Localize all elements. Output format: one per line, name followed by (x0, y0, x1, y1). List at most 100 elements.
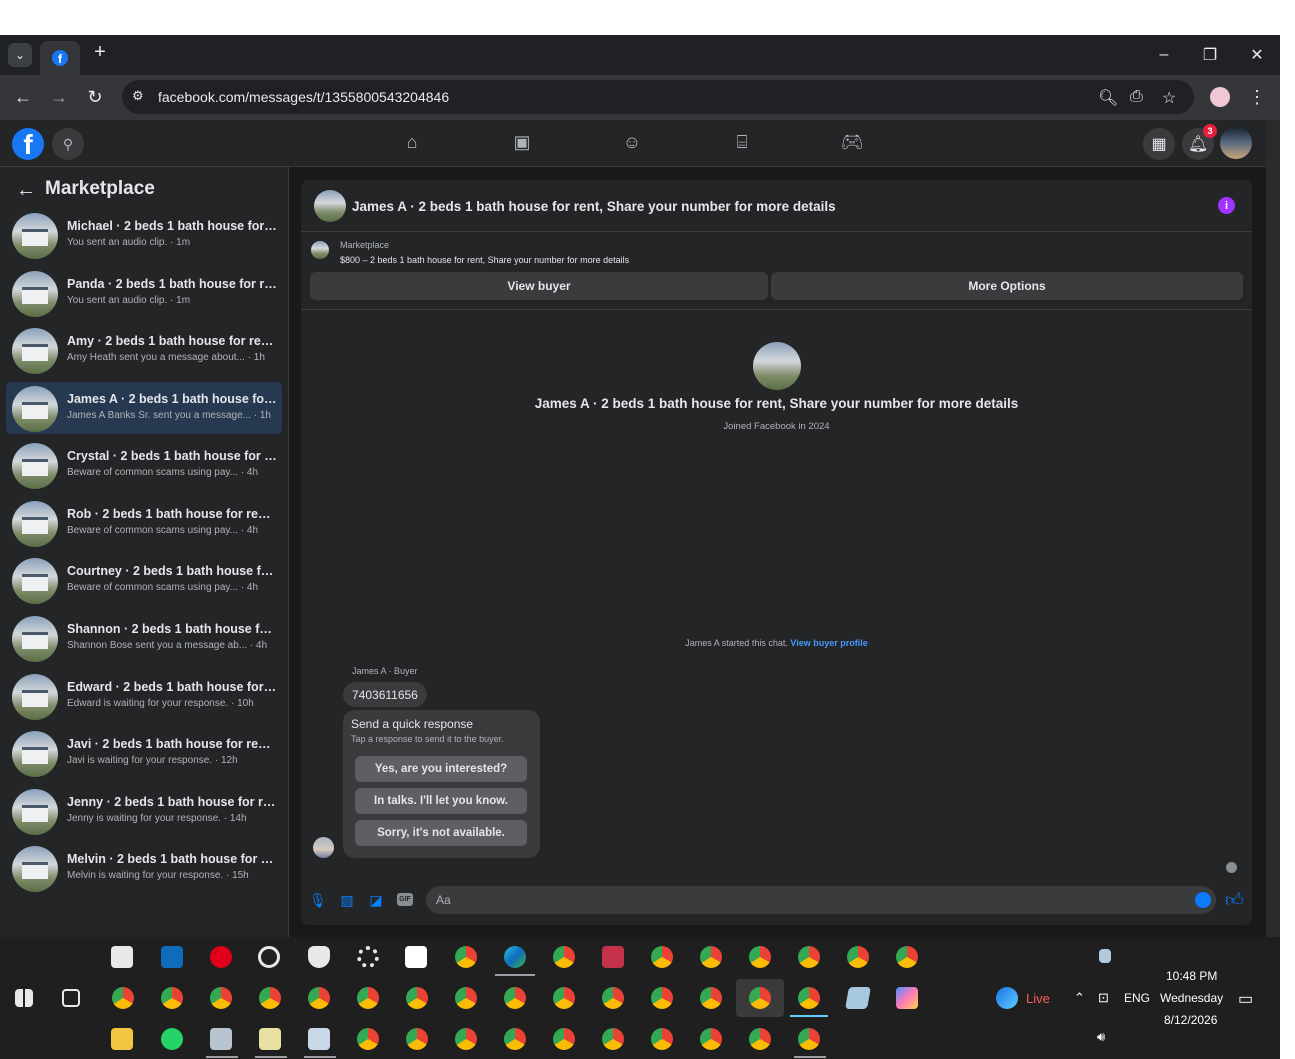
chrome-profile-icon[interactable] (210, 987, 232, 1009)
video-icon[interactable]: ▣ (510, 132, 534, 156)
conversation-item[interactable]: Amy · 2 beds 1 bath house for rent... Amy… (6, 324, 282, 376)
quick-response-button[interactable]: Sorry, it's not available. (355, 820, 527, 846)
facebook-logo[interactable]: f (12, 128, 44, 160)
tab-search-dropdown-icon[interactable]: ⌄ (8, 43, 32, 67)
chrome-profile-icon[interactable] (308, 987, 330, 1009)
weather-icon[interactable] (996, 987, 1018, 1009)
tab-facebook[interactable]: f (40, 41, 80, 75)
close-window-button[interactable]: ✕ (1234, 35, 1280, 75)
conversation-item[interactable]: Jenny · 2 beds 1 bath house for re... Jen… (6, 785, 282, 837)
clock-day[interactable]: Wednesday (1160, 991, 1223, 1005)
conversation-item[interactable]: Michael · 2 beds 1 bath house for r... Yo… (6, 209, 282, 261)
chrome-profile-icon[interactable] (651, 1028, 673, 1050)
settings-gear-icon[interactable] (357, 946, 379, 968)
new-tab-button[interactable]: + (90, 41, 110, 64)
notification-center-icon[interactable]: ▭ (1238, 989, 1253, 1009)
install-app-icon[interactable]: ⎙ (1130, 88, 1143, 106)
live-label[interactable]: Live (1026, 991, 1050, 1006)
app-icon[interactable] (845, 987, 871, 1009)
clock-date[interactable]: 8/12/2026 (1164, 1013, 1217, 1027)
chrome-profile-icon[interactable] (847, 946, 869, 968)
file-explorer-icon[interactable] (111, 1028, 133, 1050)
chrome-profile-icon[interactable] (161, 987, 183, 1009)
buyer-small-avatar[interactable] (313, 837, 334, 858)
conversation-item[interactable]: Edward · 2 beds 1 bath house for r... Edw… (6, 670, 282, 722)
sticker-icon[interactable]: ◪ (367, 891, 385, 909)
chrome-profile-icon[interactable] (357, 1028, 379, 1050)
browser-profile-avatar[interactable] (1210, 87, 1230, 107)
chrome-profile-icon[interactable] (798, 987, 820, 1009)
snipping-tool-icon[interactable] (602, 946, 624, 968)
chrome-icon[interactable] (455, 946, 477, 968)
opera-icon[interactable] (210, 946, 232, 968)
conversation-item[interactable]: Crystal · 2 beds 1 bath house for re... B… (6, 439, 282, 491)
site-info-icon[interactable]: ⚙ (132, 88, 144, 104)
chrome-profile-icon[interactable] (504, 987, 526, 1009)
chrome-profile-icon[interactable] (602, 1028, 624, 1050)
message-input[interactable]: Aa (426, 886, 1216, 914)
page-scrollbar[interactable] (1266, 120, 1280, 937)
forward-arrow-icon[interactable]: → (48, 87, 70, 108)
chat-header-title[interactable]: James A · 2 beds 1 bath house for rent, … (352, 199, 836, 214)
search-icon[interactable]: ⚲ (52, 128, 84, 160)
chrome-profile-icon[interactable] (406, 987, 428, 1009)
chrome-profile-icon[interactable] (700, 1028, 722, 1050)
conversation-item[interactable]: Rob · 2 beds 1 bath house for rent,... Be… (6, 497, 282, 549)
gif-icon[interactable]: GIF (397, 893, 413, 906)
quick-response-button[interactable]: Yes, are you interested? (355, 756, 527, 782)
photo-icon[interactable]: ▨ (338, 891, 356, 909)
chat-header-avatar[interactable] (314, 190, 346, 222)
chrome-profile-icon[interactable] (406, 1028, 428, 1050)
chrome-profile-icon[interactable] (749, 1028, 771, 1050)
chrome-profile-icon[interactable] (700, 987, 722, 1009)
restore-button[interactable]: ❐ (1187, 35, 1233, 75)
message-bubble[interactable]: 7403611656 (343, 682, 427, 707)
home-icon[interactable]: ⌂ (400, 132, 424, 156)
bookmark-star-icon[interactable]: ☆ (1162, 88, 1176, 108)
edge-icon[interactable] (504, 946, 526, 968)
chrome-profile-icon[interactable] (553, 987, 575, 1009)
menu-grid-icon[interactable]: ▦ (1143, 128, 1175, 160)
url-text[interactable]: facebook.com/messages/t/1355800543204846 (158, 89, 449, 105)
gaming-icon[interactable]: 🎮︎ (840, 132, 864, 156)
chrome-profile-icon[interactable] (504, 1028, 526, 1050)
listing-thumbnail[interactable] (311, 241, 329, 259)
task-view-icon[interactable] (62, 989, 80, 1007)
listing-description[interactable]: $800 – 2 beds 1 bath house for rent, Sha… (340, 255, 629, 265)
app-icon[interactable] (210, 1028, 232, 1050)
language-indicator[interactable]: ENG (1124, 991, 1150, 1005)
security-shield-icon[interactable] (308, 946, 330, 968)
solitaire-icon[interactable] (405, 946, 427, 968)
whatsapp-icon[interactable] (161, 1028, 183, 1050)
zoom-icon[interactable]: 🔍︎ (1098, 88, 1118, 108)
back-arrow-icon[interactable]: ← (16, 179, 36, 202)
chrome-profile-icon[interactable] (455, 987, 477, 1009)
account-avatar[interactable] (1220, 127, 1252, 159)
marketplace-icon[interactable]: ⌸ (730, 132, 754, 156)
minimize-button[interactable]: – (1141, 35, 1187, 75)
chrome-profile-icon[interactable] (112, 987, 134, 1009)
browser-menu-icon[interactable]: ⋮ (1246, 87, 1268, 108)
buyer-profile-avatar[interactable] (753, 342, 801, 390)
chrome-profile-icon[interactable] (553, 1028, 575, 1050)
app-icon[interactable] (161, 946, 183, 968)
info-icon[interactable]: i (1218, 197, 1235, 214)
reload-icon[interactable]: ↻ (84, 87, 106, 108)
conversation-item[interactable]: Melvin · 2 beds 1 bath house for re... Me… (6, 842, 282, 894)
chrome-profile-icon[interactable] (357, 987, 379, 1009)
thumbs-up-icon[interactable]: 👍︎ (1225, 889, 1244, 911)
chrome-icon[interactable] (553, 946, 575, 968)
clock-time[interactable]: 10:48 PM (1166, 969, 1217, 983)
conversation-item[interactable]: Javi · 2 beds 1 bath house for rent, ...… (6, 727, 282, 779)
emoji-icon[interactable] (1195, 892, 1211, 908)
volume-icon[interactable]: 🔊︎ (1097, 1029, 1105, 1045)
tray-app-icon[interactable] (1099, 949, 1111, 963)
view-buyer-profile-link[interactable]: View buyer profile (790, 638, 867, 648)
view-buyer-button[interactable]: View buyer (310, 272, 768, 300)
address-bar[interactable]: ⚙ facebook.com/messages/t/13558005432048… (122, 80, 1194, 114)
chatgpt-icon[interactable] (258, 946, 280, 968)
chrome-profile-icon[interactable] (749, 987, 771, 1009)
notepad-icon[interactable] (259, 1028, 281, 1050)
chrome-profile-icon[interactable] (700, 946, 722, 968)
chrome-profile-icon[interactable] (798, 1028, 820, 1050)
